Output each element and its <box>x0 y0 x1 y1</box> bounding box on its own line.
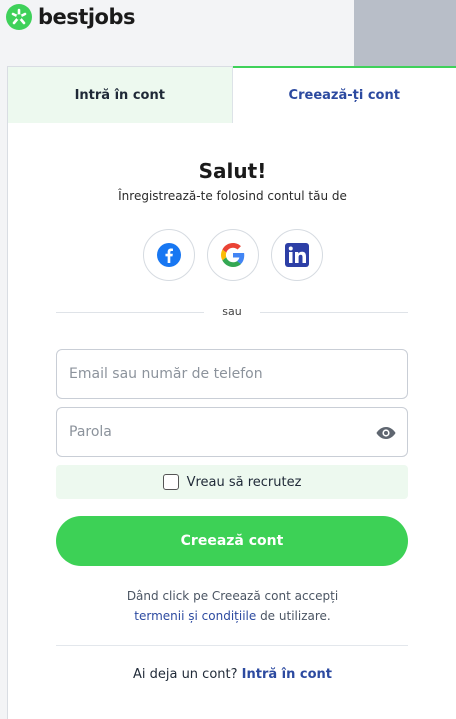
email-field-wrapper <box>56 349 408 399</box>
page-title: Salut! <box>198 159 267 183</box>
facebook-icon <box>157 243 181 267</box>
linkedin-login-button[interactable] <box>271 229 323 281</box>
create-account-button[interactable]: Creează cont <box>56 516 408 566</box>
recruit-checkbox[interactable] <box>162 474 179 490</box>
login-link[interactable]: Intră în cont <box>242 667 332 682</box>
terms-text: Dând click pe Creează cont accepți <box>126 589 339 603</box>
page-subtitle: Înregistrează-te folosind contul tău de <box>118 189 347 203</box>
recruit-option[interactable]: Vreau să recrutez <box>56 465 408 499</box>
password-field-wrapper <box>56 407 408 457</box>
header: bestjobs <box>0 0 354 66</box>
auth-card: Intră în cont Creează-ți cont Salut! Înr… <box>7 66 456 719</box>
password-field[interactable] <box>57 408 407 456</box>
brand-name: bestjobs <box>38 5 135 29</box>
terms-suffix: de utilizare. <box>256 609 331 623</box>
login-prompt: Ai deja un cont? Intră în cont <box>8 667 456 682</box>
divider <box>56 645 408 646</box>
separator: sau <box>56 305 408 319</box>
separator-line-right <box>260 312 408 313</box>
login-prompt-text: Ai deja un cont? <box>132 667 238 682</box>
auth-tabs: Intră în cont Creează-ți cont <box>8 66 456 123</box>
recruit-label: Vreau să recrutez <box>186 474 302 490</box>
terms-link[interactable]: termenii și condițiile <box>134 609 256 623</box>
facebook-login-button[interactable] <box>143 229 195 281</box>
linkedin-icon <box>285 243 309 267</box>
brand-logo[interactable]: bestjobs <box>6 3 135 31</box>
google-icon <box>221 243 245 267</box>
tab-register[interactable]: Creează-ți cont <box>232 66 456 123</box>
tab-login[interactable]: Intră în cont <box>8 67 233 123</box>
social-login-group <box>143 229 323 281</box>
show-password-icon[interactable] <box>375 423 397 443</box>
terms-line-2: termenii și condițiile de utilizare. <box>8 606 456 626</box>
google-login-button[interactable] <box>207 229 259 281</box>
email-field[interactable] <box>57 350 407 398</box>
terms-notice: Dând click pe Creează cont accepți terme… <box>8 586 456 626</box>
bestjobs-logo-icon <box>6 4 32 30</box>
